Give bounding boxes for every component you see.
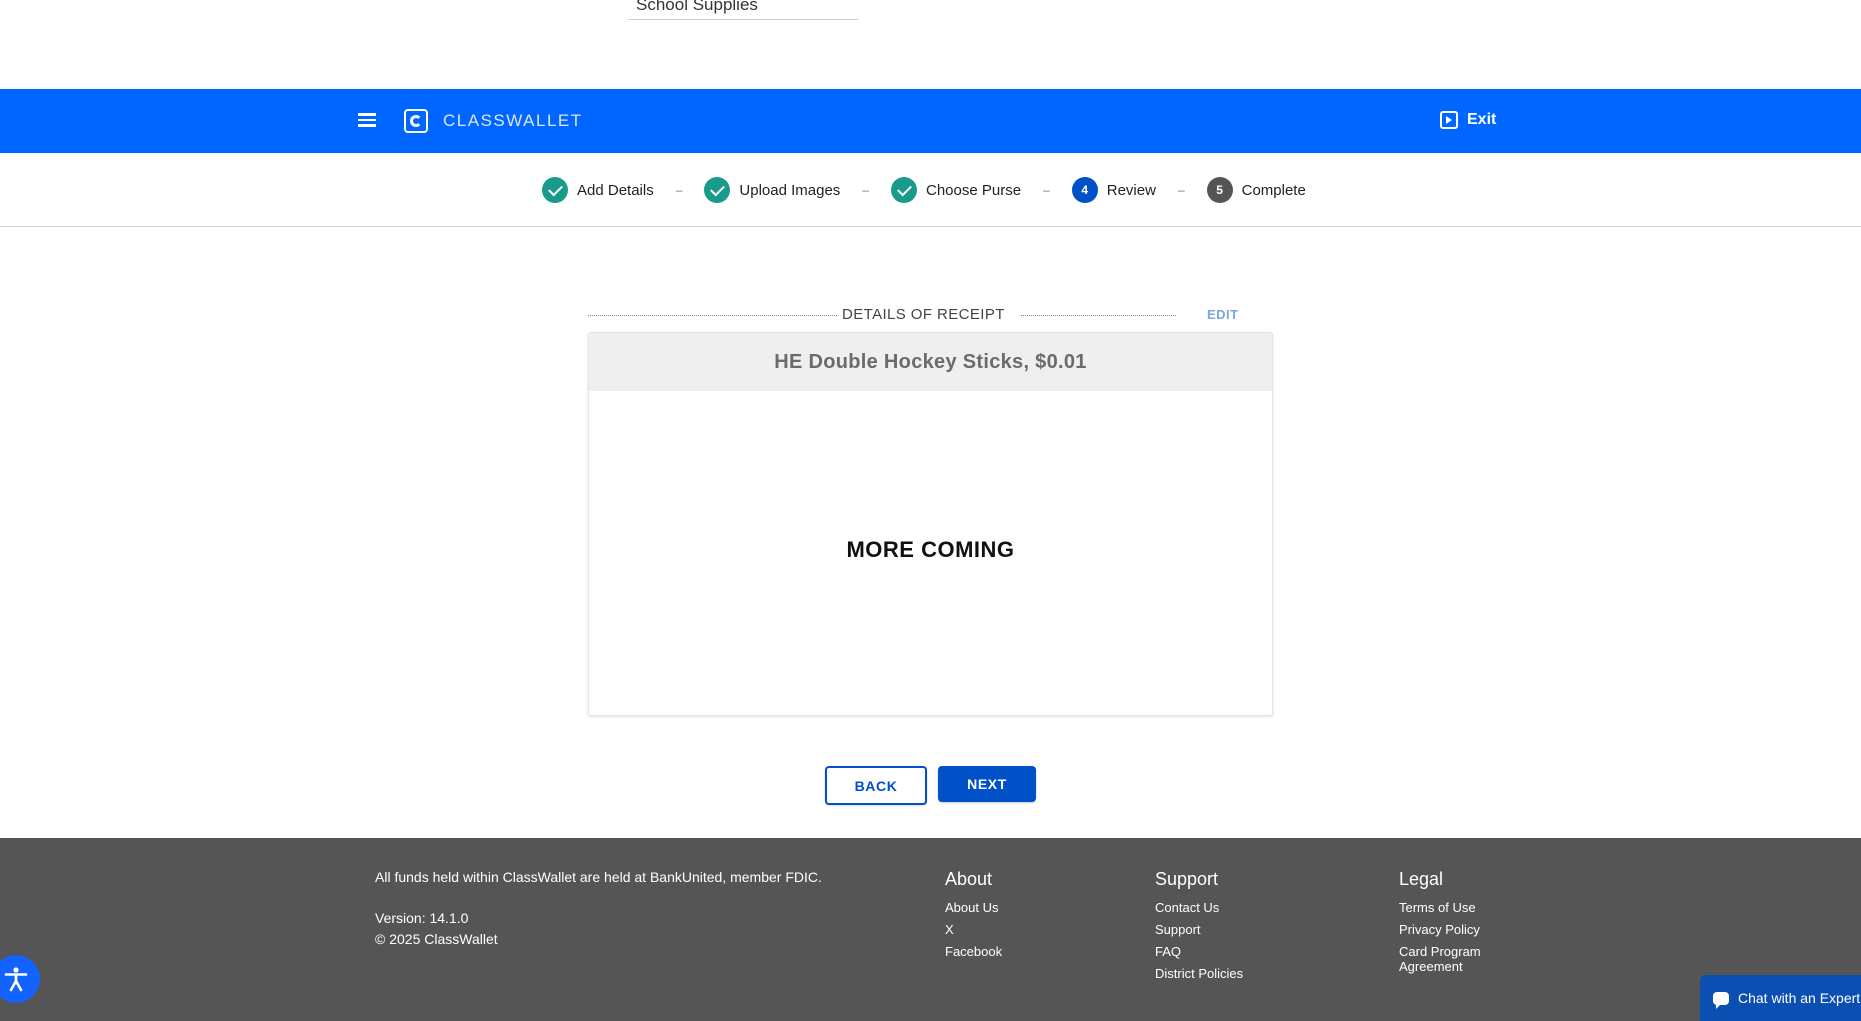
footer-link-card-program-agreement[interactable]: Card Program Agreement [1399, 944, 1489, 974]
site-footer: All funds held within ClassWallet are he… [0, 838, 1861, 1021]
copyright: © 2025 ClassWallet [375, 931, 498, 947]
step-complete-badge [704, 177, 731, 203]
step-complete-badge [891, 177, 917, 203]
step-complete-badge [542, 177, 568, 203]
category-field-remnant: School Supplies [628, 0, 858, 20]
receipt-image-text: MORE COMING [846, 536, 1015, 562]
fdic-disclaimer: All funds held within ClassWallet are he… [375, 869, 822, 885]
exit-icon [1440, 111, 1458, 129]
footer-link-district-policies[interactable]: District Policies [1155, 966, 1243, 981]
exit-button[interactable]: Exit [1440, 111, 1496, 129]
footer-link-support[interactable]: Support [1155, 922, 1243, 937]
back-button[interactable]: BACK [825, 766, 927, 805]
step-label: Complete [1241, 181, 1306, 199]
step-complete: 5 Complete [1206, 177, 1306, 203]
check-icon [547, 181, 563, 196]
edit-receipt-link[interactable]: EDIT [1207, 307, 1239, 322]
footer-link-x[interactable]: X [945, 922, 1002, 937]
step-separator: – [862, 183, 869, 197]
receipt-image: MORE COMING [589, 391, 1272, 715]
receipt-section-header: DETAILS OF RECEIPT EDIT [588, 304, 1243, 326]
app-header: CLASSWALLET Exit [0, 89, 1861, 153]
receipt-item-summary: HE Double Hockey Sticks, $0.01 [589, 333, 1272, 391]
footer-link-terms-of-use[interactable]: Terms of Use [1399, 900, 1489, 915]
footer-legal-column: Legal Terms of Use Privacy Policy Card P… [1399, 869, 1489, 981]
step-label: Review [1106, 181, 1156, 199]
footer-link-faq[interactable]: FAQ [1155, 944, 1243, 959]
step-separator: – [1043, 183, 1050, 197]
chat-with-expert-button[interactable]: Chat with an Expert [1700, 975, 1861, 1021]
chat-icon [1713, 991, 1729, 1009]
step-add-details: Add Details [542, 177, 654, 203]
previous-content-remnant: School Supplies [0, 0, 1861, 89]
menu-icon[interactable] [358, 110, 376, 130]
exit-label: Exit [1467, 111, 1497, 128]
section-title: DETAILS OF RECEIPT [842, 306, 1005, 323]
step-upload-images: Upload Images [704, 177, 840, 203]
divider [588, 315, 837, 316]
footer-link-privacy-policy[interactable]: Privacy Policy [1399, 922, 1489, 937]
footer-support-column: Support Contact Us Support FAQ District … [1155, 869, 1243, 988]
step-number-badge: 4 [1071, 177, 1098, 203]
step-number-badge: 5 [1206, 177, 1233, 203]
next-button[interactable]: NEXT [938, 766, 1036, 802]
footer-heading: About [945, 869, 993, 889]
brand-name: CLASSWALLET [443, 111, 583, 130]
divider [1021, 315, 1176, 316]
brand-logo[interactable]: CLASSWALLET [404, 107, 583, 135]
step-label: Add Details [577, 181, 654, 199]
footer-heading: Legal [1399, 869, 1444, 889]
step-separator: – [675, 183, 683, 197]
check-icon [896, 181, 912, 196]
accessibility-icon [4, 967, 28, 992]
footer-heading: Support [1155, 869, 1219, 889]
step-review: 4 Review [1071, 177, 1156, 203]
check-icon [709, 181, 725, 196]
step-separator: – [1177, 183, 1185, 197]
footer-about-column: About About Us X Facebook [945, 869, 1002, 966]
chat-label: Chat with an Expert [1738, 990, 1861, 1006]
classwallet-logo-icon [404, 109, 428, 133]
step-choose-purse: Choose Purse [891, 177, 1021, 203]
progress-stepper: Add Details – Upload Images – Choose Pur… [0, 153, 1861, 227]
step-label: Choose Purse [926, 181, 1022, 199]
footer-link-facebook[interactable]: Facebook [945, 944, 1002, 959]
app-version: Version: 14.1.0 [375, 910, 469, 926]
receipt-card: HE Double Hockey Sticks, $0.01 MORE COMI… [588, 332, 1273, 716]
step-label: Upload Images [739, 181, 841, 199]
footer-link-contact-us[interactable]: Contact Us [1155, 900, 1243, 915]
footer-link-about-us[interactable]: About Us [945, 900, 1002, 915]
